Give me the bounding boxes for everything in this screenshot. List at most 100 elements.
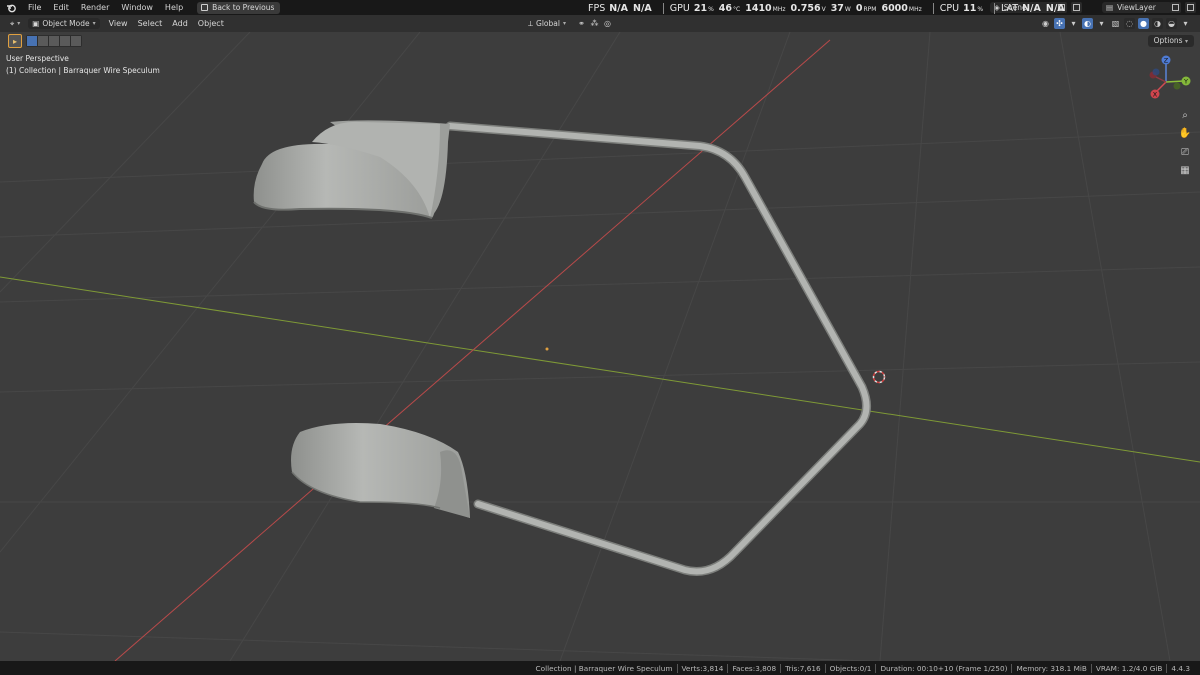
lat-value-2: N/A: [1045, 3, 1065, 14]
copy-icon: [1172, 4, 1179, 11]
gpu-clock: 1410: [745, 3, 772, 14]
chevron-down-icon: ▾: [562, 20, 566, 27]
xray-toggle-icon[interactable]: ▧: [1110, 18, 1121, 29]
shading-solid-icon[interactable]: ●: [1138, 18, 1149, 29]
status-faces: Faces:3,808: [728, 663, 782, 673]
chevron-down-icon: ▾: [92, 20, 96, 27]
back-to-previous-label: Back to Previous: [212, 2, 275, 12]
chevron-down-icon: ▾: [1184, 38, 1188, 45]
origin-point: [545, 347, 549, 351]
select-invert-icon[interactable]: [60, 36, 70, 46]
gpu-usage: 21: [693, 3, 708, 14]
divider: [994, 3, 996, 14]
gpu-usage-unit: %: [708, 6, 714, 13]
mode-selector[interactable]: ▣ Object Mode ▾: [28, 18, 100, 29]
options-button[interactable]: Options ▾: [1147, 35, 1194, 47]
viewport-perspective-label: User Perspective: [6, 54, 69, 63]
3d-viewport-icon: ⌖: [10, 18, 15, 28]
view-layer-selector[interactable]: ▤ ViewLayer: [1102, 2, 1172, 13]
gizmo-z-label: Z: [1164, 57, 1169, 65]
snap-icon[interactable]: ⁂: [589, 18, 600, 29]
performance-overlay: FPS N/A N/A GPU 21% 46°C 1410MHz 0.756V …: [588, 2, 1070, 15]
y-axis-line: [0, 276, 1200, 463]
gpu-label: GPU: [669, 3, 690, 14]
blender-logo-icon[interactable]: [0, 0, 22, 15]
navigation-gizmo[interactable]: Z Y X: [1130, 52, 1200, 100]
remove-icon: [1073, 4, 1080, 11]
tool-row: ▸: [8, 34, 82, 48]
select-intersect-icon[interactable]: [71, 36, 81, 46]
select-new-icon[interactable]: [27, 36, 37, 46]
zoom-icon[interactable]: ⌕: [1178, 108, 1192, 122]
options-label: Options: [1153, 36, 1183, 45]
scene-remove-button[interactable]: [1071, 2, 1082, 13]
gpu-fan-unit: RPM: [863, 6, 877, 13]
chevron-down-icon[interactable]: ▾: [1068, 18, 1079, 29]
menu-object[interactable]: Object: [193, 19, 229, 28]
shading-wireframe-icon[interactable]: ◌: [1124, 18, 1135, 29]
orientation-icon: ⟂: [528, 18, 534, 28]
gpu-fan: 0: [855, 3, 863, 14]
select-tool-icon[interactable]: ▸: [8, 34, 22, 48]
menu-window[interactable]: Window: [115, 0, 159, 15]
speculum-wire[interactable]: [445, 121, 871, 576]
menu-view[interactable]: View: [104, 19, 133, 28]
status-collection: Collection | Barraquer Wire Speculum: [532, 663, 678, 673]
status-memory: Memory: 318.1 MiB: [1012, 663, 1092, 673]
status-vram: VRAM: 1.2/4.0 GiB: [1092, 663, 1168, 673]
shading-material-icon[interactable]: ◑: [1152, 18, 1163, 29]
speculum-upper-blade[interactable]: [253, 120, 450, 219]
lat-value: N/A: [1022, 3, 1041, 14]
cpu-usage-unit: %: [977, 6, 984, 13]
view-layer-icon: ▤: [1106, 3, 1114, 12]
fps-value: N/A: [609, 3, 629, 14]
cpu-label: CPU: [939, 3, 960, 14]
transform-orientation-selector[interactable]: ⟂ Global ▾: [524, 18, 570, 29]
menu-edit[interactable]: Edit: [47, 0, 75, 15]
object-mode-icon: ▣: [32, 19, 40, 28]
speculum-lower-blade[interactable]: [291, 423, 470, 518]
3d-viewport[interactable]: [0, 32, 1200, 661]
overlays-toggle-icon[interactable]: ◐: [1082, 18, 1093, 29]
gpu-voltage-unit: V: [821, 6, 826, 13]
status-bar: Collection | Barraquer Wire Speculum Ver…: [0, 661, 1200, 675]
menu-render[interactable]: Render: [75, 0, 115, 15]
fps-label: FPS: [588, 3, 606, 14]
view-layer-name: ViewLayer: [1117, 3, 1156, 12]
menu-file[interactable]: File: [22, 0, 47, 15]
cpu-usage: 11: [963, 3, 977, 14]
chevron-down-icon[interactable]: ▾: [1096, 18, 1107, 29]
view-layer-copy-button[interactable]: [1170, 2, 1181, 13]
select-extend-icon[interactable]: [38, 36, 48, 46]
perspective-grid-icon[interactable]: ▦: [1178, 163, 1192, 177]
pivot-icon[interactable]: ⚭: [576, 18, 587, 29]
screen-icon: [201, 4, 209, 11]
back-to-previous-button[interactable]: Back to Previous: [197, 1, 281, 14]
fps-value-2: N/A: [633, 3, 652, 14]
gpu-temp-unit: °C: [733, 6, 741, 13]
select-subtract-icon[interactable]: [49, 36, 59, 46]
menu-add[interactable]: Add: [167, 19, 193, 28]
gpu-temp: 46: [718, 3, 733, 14]
status-objects: Objects:0/1: [826, 663, 877, 673]
gizmo-toggle-icon[interactable]: ✣: [1054, 18, 1065, 29]
shading-rendered-icon[interactable]: ◒: [1166, 18, 1177, 29]
view-layer-remove-button[interactable]: [1185, 2, 1196, 13]
chevron-down-icon: ▾: [17, 20, 21, 27]
gpu-clock-unit: MHz: [772, 6, 786, 13]
menu-help[interactable]: Help: [159, 0, 189, 15]
status-duration: Duration: 00:10+10 (Frame 1/250): [876, 663, 1013, 673]
mode-label: Object Mode: [42, 19, 90, 28]
camera-view-icon[interactable]: ⎚: [1178, 145, 1192, 159]
divider: [662, 3, 664, 14]
orientation-label: Global: [536, 19, 560, 28]
pan-hand-icon[interactable]: ✋: [1178, 126, 1192, 140]
gizmo-y-label: Y: [1183, 78, 1188, 86]
chevron-down-icon[interactable]: ▾: [1180, 18, 1191, 29]
editor-type-selector[interactable]: ⌖ ▾: [6, 18, 24, 29]
viewport-grid: [0, 32, 1200, 661]
proportional-edit-icon[interactable]: ◎: [602, 18, 613, 29]
visibility-icon[interactable]: ◉: [1040, 18, 1051, 29]
menu-select[interactable]: Select: [133, 19, 168, 28]
gizmo-x-label: X: [1153, 91, 1158, 99]
